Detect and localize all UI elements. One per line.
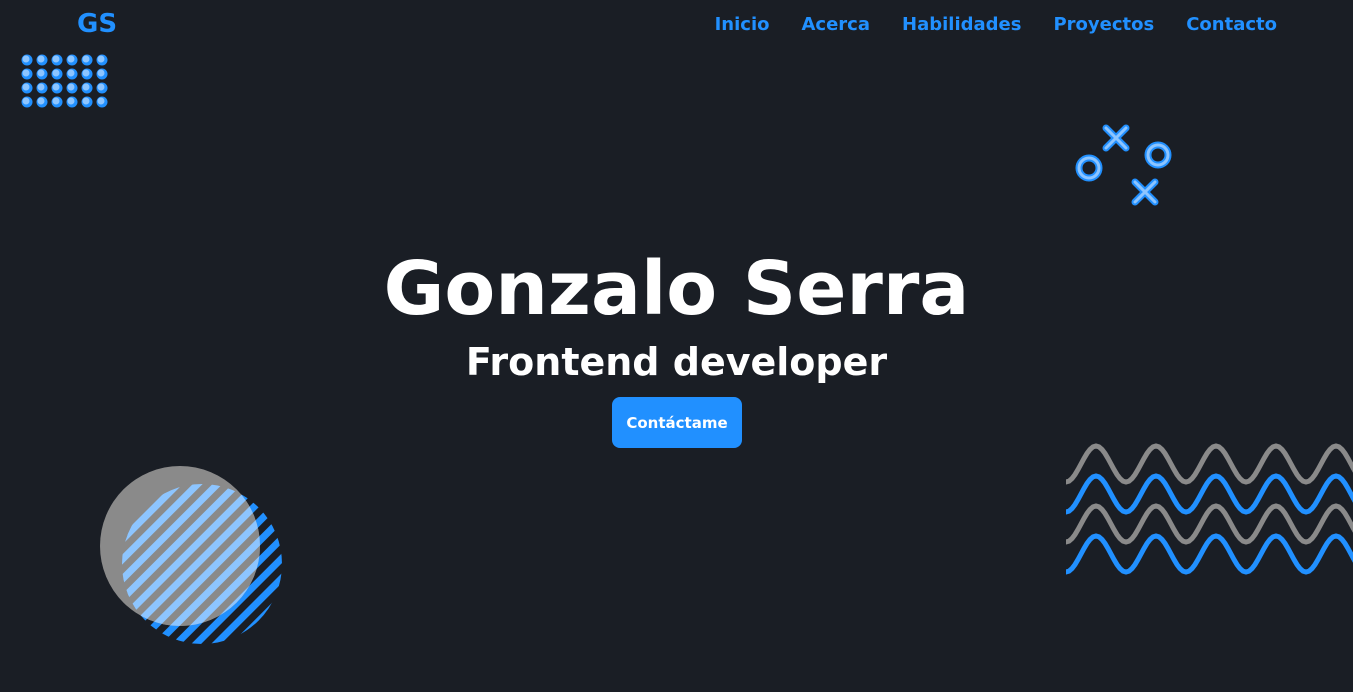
dot-highlight xyxy=(52,97,60,105)
dot-highlight xyxy=(22,69,30,77)
dot-highlight xyxy=(37,97,45,105)
dot-highlight xyxy=(97,55,105,63)
nav-link-contacto[interactable]: Contacto xyxy=(1186,14,1277,35)
dot-highlight xyxy=(97,69,105,77)
dot-highlight xyxy=(67,55,75,63)
dot-highlight xyxy=(37,69,45,77)
dot-highlight xyxy=(67,69,75,77)
dot-highlight xyxy=(82,83,90,91)
hero-name: Gonzalo Serra xyxy=(383,246,970,332)
tic-tac-toe-icon xyxy=(1075,124,1172,206)
dot-highlight xyxy=(82,55,90,63)
dot-highlight xyxy=(67,83,75,91)
nav-link-proyectos[interactable]: Proyectos xyxy=(1053,14,1154,35)
dot-highlight xyxy=(82,69,90,77)
nav-link-habilidades[interactable]: Habilidades xyxy=(902,14,1021,35)
dot-highlight xyxy=(37,55,45,63)
dot-highlight xyxy=(22,83,30,91)
hero-role: Frontend developer xyxy=(465,340,888,384)
logo-link[interactable]: GS xyxy=(77,9,117,39)
nav-link-acerca[interactable]: Acerca xyxy=(802,14,871,35)
nav-link-inicio[interactable]: Inicio xyxy=(715,14,770,35)
page: GS Inicio Acerca Habilidades Proyectos C… xyxy=(0,0,1353,692)
main-nav: Inicio Acerca Habilidades Proyectos Cont… xyxy=(715,14,1277,35)
dot-highlight xyxy=(97,97,105,105)
contact-button[interactable]: Contáctame xyxy=(612,397,742,448)
dot-highlight xyxy=(22,97,30,105)
striped-circles-icon xyxy=(100,466,282,644)
dot-highlight xyxy=(22,55,30,63)
dot-highlight xyxy=(37,83,45,91)
dot-highlight xyxy=(52,55,60,63)
dot-highlight xyxy=(52,69,60,77)
dot-grid-icon xyxy=(21,54,108,108)
wave-lines-icon xyxy=(1066,443,1353,575)
dot-highlight xyxy=(82,97,90,105)
dot-highlight xyxy=(67,97,75,105)
dot-highlight xyxy=(52,83,60,91)
dot-highlight xyxy=(97,83,105,91)
